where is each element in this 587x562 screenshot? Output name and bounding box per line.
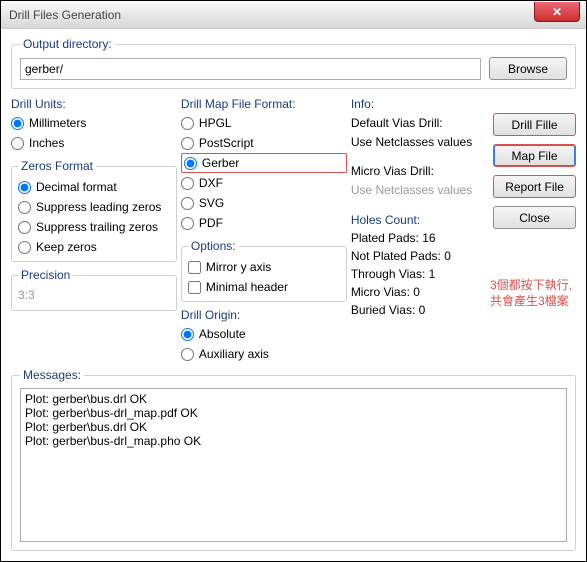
dialog-window: Drill Files Generation ✕ Output director…	[0, 0, 587, 562]
info-use-netclasses-2: Use Netclasses values	[351, 181, 489, 199]
label-hpgl[interactable]: HPGL	[199, 116, 232, 130]
precision-legend: Precision	[18, 268, 73, 282]
precision-group: Precision 3:3	[11, 268, 177, 311]
holes-notplated: Not Plated Pads: 0	[351, 247, 489, 265]
radio-suppress-leading[interactable]	[18, 201, 31, 214]
label-absolute[interactable]: Absolute	[199, 327, 246, 341]
annotation-line2: 共會產生3檔案	[490, 293, 572, 309]
drill-file-button[interactable]: Drill Fille	[493, 113, 576, 136]
check-mirror-y[interactable]	[188, 261, 201, 274]
info-legend: Info:	[351, 97, 489, 111]
output-directory-legend: Output directory:	[20, 37, 115, 51]
titlebar: Drill Files Generation ✕	[1, 1, 586, 29]
holes-count-legend: Holes Count:	[351, 213, 489, 227]
zeros-format-legend: Zeros Format	[18, 159, 96, 173]
info-use-netclasses-1: Use Netclasses values	[351, 133, 489, 151]
holes-buried: Buried Vias: 0	[351, 301, 489, 319]
radio-auxiliary[interactable]	[181, 348, 194, 361]
radio-postscript[interactable]	[181, 137, 194, 150]
label-svg[interactable]: SVG	[199, 196, 224, 210]
options-legend: Options:	[188, 239, 239, 253]
messages-text[interactable]: Plot: gerber\bus.drl OK Plot: gerber\bus…	[20, 388, 567, 542]
output-directory-group: Output directory: Browse	[11, 37, 576, 89]
window-close-button[interactable]: ✕	[534, 2, 580, 22]
label-keep-zeros[interactable]: Keep zeros	[36, 240, 97, 254]
label-inches[interactable]: Inches	[29, 136, 64, 150]
info-default-vias: Default Vias Drill:	[351, 113, 489, 133]
label-suppress-leading[interactable]: Suppress leading zeros	[36, 200, 161, 214]
label-gerber[interactable]: Gerber	[202, 156, 239, 170]
gerber-highlight: Gerber	[181, 153, 347, 173]
label-auxiliary[interactable]: Auxiliary axis	[199, 347, 269, 361]
radio-inches[interactable]	[11, 137, 24, 150]
radio-keep-zeros[interactable]	[18, 241, 31, 254]
browse-button[interactable]: Browse	[489, 57, 567, 80]
radio-suppress-trailing[interactable]	[18, 221, 31, 234]
label-decimal[interactable]: Decimal format	[36, 180, 117, 194]
report-file-button[interactable]: Report File	[493, 175, 576, 198]
label-minimal-header[interactable]: Minimal header	[206, 280, 288, 294]
label-postscript[interactable]: PostScript	[199, 136, 254, 150]
holes-through: Through Vias: 1	[351, 265, 489, 283]
messages-group: Messages: Plot: gerber\bus.drl OK Plot: …	[11, 368, 576, 551]
window-title: Drill Files Generation	[9, 8, 121, 22]
client-area: Output directory: Browse Drill Units: Mi…	[1, 29, 586, 561]
label-millimeters[interactable]: Millimeters	[29, 116, 86, 130]
drill-origin-legend: Drill Origin:	[181, 308, 347, 322]
label-suppress-trailing[interactable]: Suppress trailing zeros	[36, 220, 158, 234]
radio-svg[interactable]	[181, 197, 194, 210]
radio-pdf[interactable]	[181, 217, 194, 230]
radio-hpgl[interactable]	[181, 117, 194, 130]
holes-micro: Micro Vias: 0	[351, 283, 489, 301]
close-button[interactable]: Close	[493, 206, 576, 229]
annotation-text: 3個都按下執行, 共會產生3檔案	[490, 277, 572, 309]
zeros-format-group: Zeros Format Decimal format Suppress lea…	[11, 159, 177, 262]
radio-millimeters[interactable]	[11, 117, 24, 130]
map-format-legend: Drill Map File Format:	[181, 97, 347, 111]
map-file-button[interactable]: Map File	[493, 144, 576, 167]
precision-value: 3:3	[18, 286, 170, 306]
annotation-line1: 3個都按下執行,	[490, 277, 572, 293]
middle-columns: Drill Units: Millimeters Inches Zeros Fo…	[11, 97, 576, 364]
label-dxf[interactable]: DXF	[199, 176, 223, 190]
radio-absolute[interactable]	[181, 328, 194, 341]
info-micro-vias: Micro Vias Drill:	[351, 161, 489, 181]
radio-decimal[interactable]	[18, 181, 31, 194]
drill-units-legend: Drill Units:	[11, 97, 177, 111]
label-mirror-y[interactable]: Mirror y axis	[206, 260, 271, 274]
options-group: Options: Mirror y axis Minimal header	[181, 239, 347, 302]
holes-plated: Plated Pads: 16	[351, 229, 489, 247]
messages-legend: Messages:	[20, 368, 84, 382]
radio-gerber[interactable]	[184, 157, 197, 170]
close-icon: ✕	[552, 5, 562, 19]
check-minimal-header[interactable]	[188, 281, 201, 294]
label-pdf[interactable]: PDF	[199, 216, 223, 230]
radio-dxf[interactable]	[181, 177, 194, 190]
output-directory-input[interactable]	[20, 58, 481, 80]
